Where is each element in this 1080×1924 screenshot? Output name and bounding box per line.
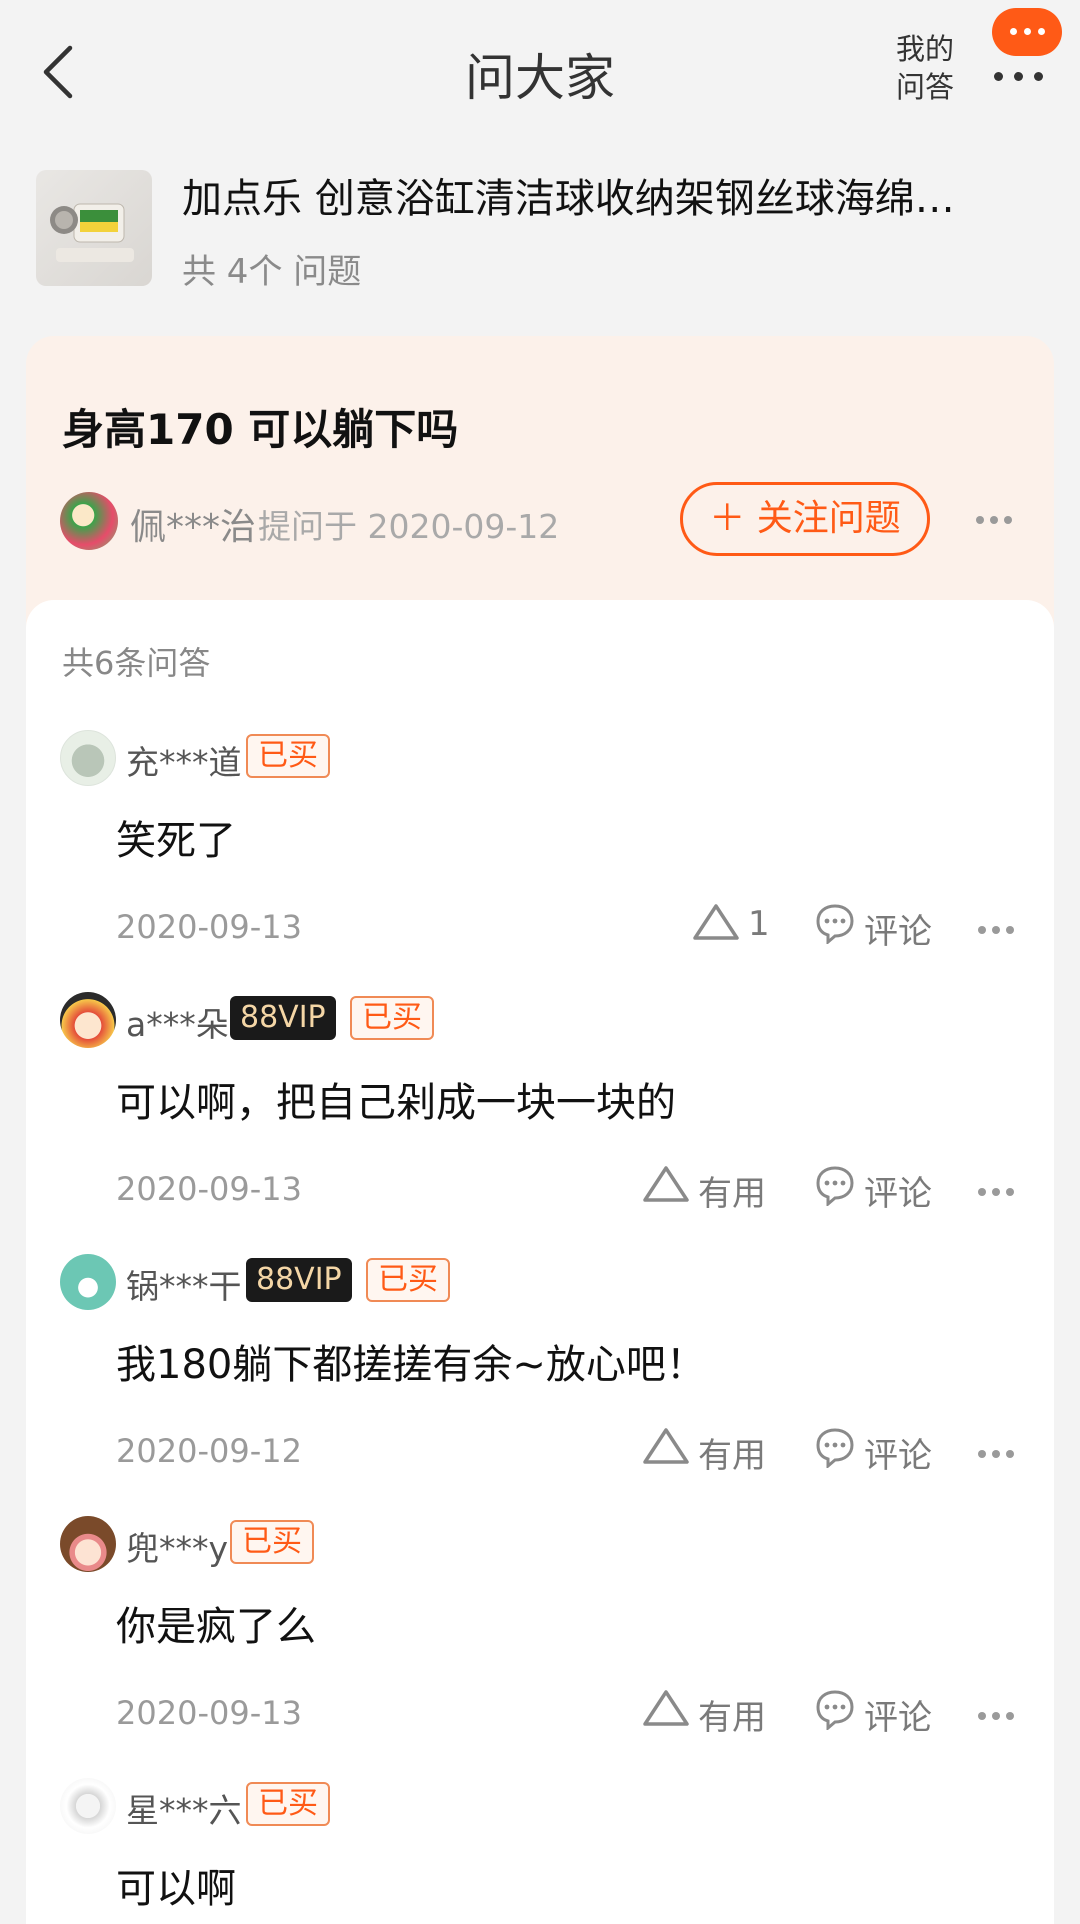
vip-badge: 88VIP [246,1258,352,1302]
comment-button[interactable]: 评论 [814,1686,944,1738]
comment-bubble-icon [816,1428,854,1468]
useful-label: 有用 [698,1174,766,1214]
question-count: 共 4个 问题 [182,252,362,292]
answer-text: 我180躺下都搓搓有余~放心吧！ [116,1342,706,1388]
answer-text: 可以啊，把自己剁成一块一块的 [116,1080,676,1126]
comment-button[interactable]: 评论 [814,1162,944,1214]
answer-date: 2020-09-13 [116,1694,302,1732]
vip-badge: 88VIP [230,996,336,1040]
comment-label: 评论 [864,1698,932,1738]
comment-label: 评论 [864,1174,932,1214]
answer-user: 充***道 [126,743,242,782]
bought-badge: 已买 [230,1520,314,1564]
comment-bubble-icon [816,1690,854,1730]
comment-label: 评论 [864,912,932,952]
more-menu-button[interactable] [992,8,1062,81]
useful-triangle-icon [643,1166,689,1202]
user-avatar [60,992,116,1048]
follow-question-button[interactable]: ＋ 关注问题 [680,482,930,556]
answer-user: a***朵 [126,1005,229,1044]
user-avatar [60,1516,116,1572]
comment-bubble-icon [816,904,854,944]
useful-triangle-icon [643,1690,689,1726]
follow-label: 关注问题 [756,498,901,539]
comment-bubble-icon [816,1166,854,1206]
useful-triangle-icon [693,904,739,940]
question-card: 身高170 可以躺下吗 佩***治 提问于 2020-09-12 ＋ 关注问题 [26,336,1054,626]
product-title[interactable]: 加点乐 创意浴缸清洁球收纳架钢丝球海绵… [182,166,1032,224]
answer-date: 2020-09-13 [116,908,302,946]
bought-badge: 已买 [246,1782,330,1826]
my-answers-label-2: 问答 [895,70,954,104]
user-avatar [60,1254,116,1310]
useful-count: 1 [748,904,770,944]
answer-date: 2020-09-12 [116,1432,302,1470]
answer-date: 2020-09-13 [116,1170,302,1208]
answer-item: 充***道 已买 笑死了 2020-09-13 1 评论 [26,730,1054,992]
answer-user: 锅***干 [126,1267,242,1306]
answer-text: 可以啊 [116,1866,236,1912]
message-bubble-icon [992,8,1062,56]
answer-user: 星***六 [126,1791,242,1830]
asker-avatar [60,492,118,550]
useful-label: 有用 [698,1436,766,1476]
comment-button[interactable]: 评论 [814,1424,944,1476]
answer-item: 星***六 已买 可以啊 [26,1778,1054,1924]
product-thumbnail[interactable] [36,170,152,286]
user-avatar [60,1778,116,1834]
question-title: 身高170 可以躺下吗 [62,405,459,454]
bought-badge: 已买 [350,996,434,1040]
my-answers-button[interactable]: 我的 问答 [890,30,960,106]
answers-panel: 共6条问答 充***道 已买 笑死了 2020-09-13 1 评论 a***朵… [26,600,1054,1924]
asked-date: 提问于 2020-09-12 [258,507,560,546]
answer-user: 兜***y [126,1529,229,1568]
plus-icon: ＋ [709,498,746,539]
comment-button[interactable]: 评论 [814,900,944,952]
asker-name: 佩***治 [130,507,257,548]
answer-text: 笑死了 [116,818,236,864]
answer-text: 你是疯了么 [116,1604,316,1650]
answer-item: a***朵 88VIP 已买 可以啊，把自己剁成一块一块的 2020-09-13… [26,992,1054,1254]
useful-triangle-icon [643,1428,689,1464]
bought-badge: 已买 [246,734,330,778]
my-answers-label-1: 我的 [895,32,954,66]
top-bar: 问大家 我的 问答 [0,0,1080,150]
answer-item: 锅***干 88VIP 已买 我180躺下都搓搓有余~放心吧！ 2020-09-… [26,1254,1054,1516]
comment-label: 评论 [864,1436,932,1476]
user-avatar [60,730,116,786]
bought-badge: 已买 [366,1258,450,1302]
answer-item: 兜***y 已买 你是疯了么 2020-09-13 有用 评论 [26,1516,1054,1778]
useful-label: 有用 [698,1698,766,1738]
answers-count: 共6条问答 [62,644,211,682]
